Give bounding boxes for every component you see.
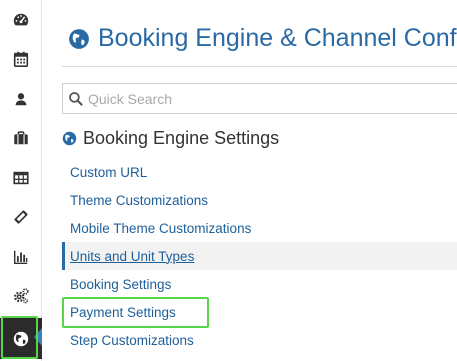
section-title-text: Booking Engine Settings [83,128,280,148]
menu-item-units-and-unit-types[interactable]: Units and Unit Types [62,242,457,270]
briefcase-icon [14,130,28,144]
sidebar [0,0,42,361]
sidebar-item-dashboard[interactable] [0,0,42,39]
menu-item-payment-settings[interactable]: Payment Settings [62,298,457,326]
globe-icon [62,131,77,146]
search-input[interactable] [88,90,448,107]
sidebar-item-calendar[interactable] [0,39,42,78]
menu-item-booking-settings[interactable]: Booking Settings [62,270,457,298]
menu-item-step-customizations[interactable]: Step Customizations [62,326,457,354]
sidebar-item-reports[interactable] [0,237,42,276]
active-indicator [34,328,42,346]
sidebar-item-table[interactable] [0,158,42,197]
calendar-icon [13,51,29,67]
user-icon [15,92,27,105]
table-icon [13,171,29,184]
sidebar-item-briefcase[interactable] [0,118,42,157]
section-title: Booking Engine Settings [62,128,279,149]
ticket-icon [14,209,28,224]
search-icon [69,91,83,106]
menu-item-custom-url[interactable]: Custom URL [62,158,457,186]
settings-menu: Custom URL Theme Customizations Mobile T… [62,158,457,354]
menu-item-mobile-theme-customizations[interactable]: Mobile Theme Customizations [62,214,457,242]
cogs-icon [13,287,29,303]
sidebar-item-ticket[interactable] [0,197,42,236]
globe-icon [13,331,29,346]
sidebar-item-settings[interactable] [0,276,42,315]
divider [62,66,457,67]
page-title-text: Booking Engine & Channel Config [98,24,457,52]
bar-chart-icon [13,250,28,264]
dashboard-icon [13,13,29,25]
menu-item-theme-customizations[interactable]: Theme Customizations [62,186,457,214]
globe-icon [69,28,89,49]
page-title: Booking Engine & Channel Config [68,24,457,53]
quick-search[interactable] [62,83,457,114]
sidebar-item-user[interactable] [0,79,42,118]
